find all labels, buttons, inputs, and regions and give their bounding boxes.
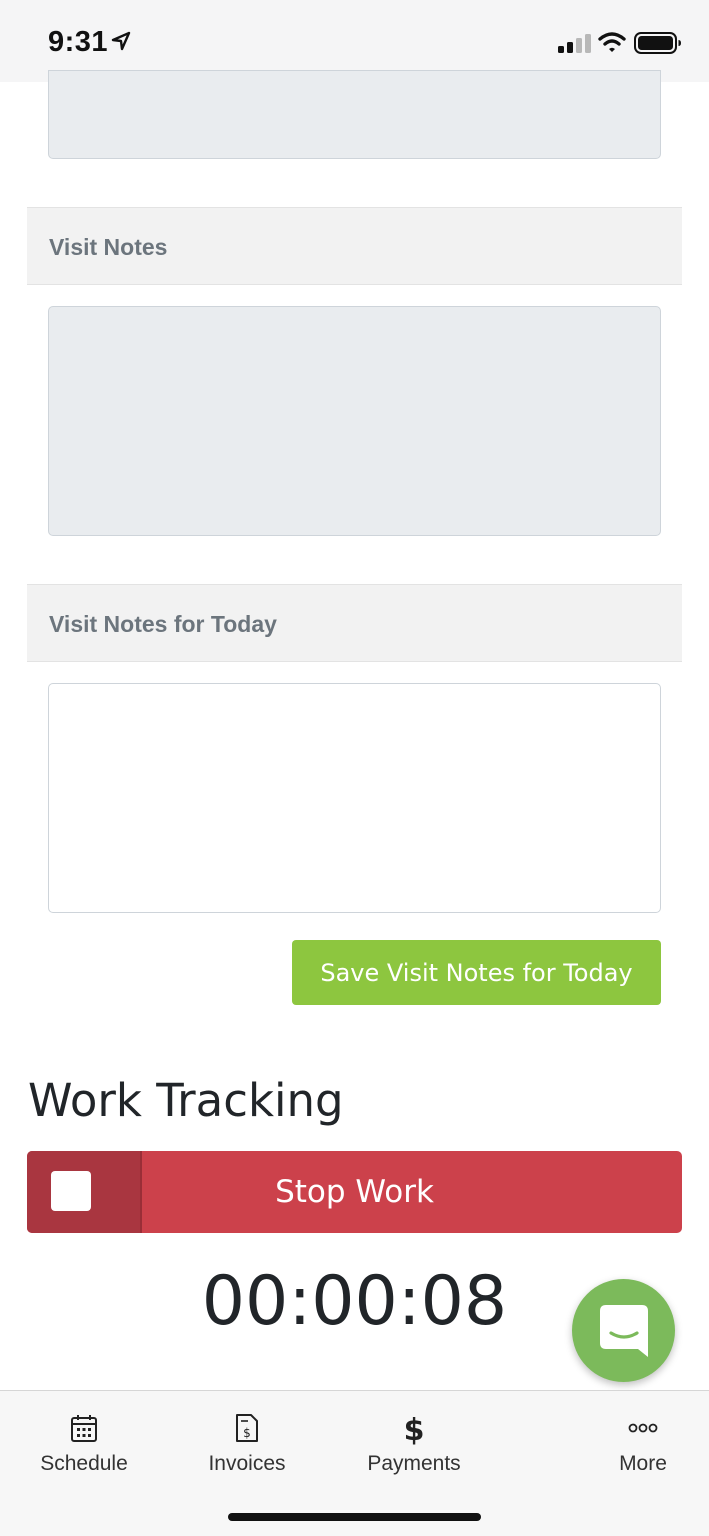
save-visit-notes-button[interactable]: Save Visit Notes for Today: [292, 940, 661, 1005]
more-icon: [628, 1423, 658, 1433]
visit-notes-title: Visit Notes: [49, 234, 168, 260]
stop-work-label: Stop Work: [275, 1174, 434, 1210]
tab-more-label: More: [619, 1452, 667, 1475]
work-tracking-title: Work Tracking: [28, 1074, 344, 1127]
calendar-icon: [71, 1415, 97, 1442]
dollar-icon: $: [404, 1413, 425, 1445]
stop-work-button[interactable]: Stop Work: [27, 1151, 682, 1233]
chat-icon: [600, 1305, 648, 1357]
visit-notes-today-input[interactable]: [48, 683, 661, 913]
location-arrow-icon: [111, 31, 131, 51]
chat-button[interactable]: [572, 1279, 675, 1382]
stop-icon: [51, 1171, 91, 1211]
battery-icon: [634, 32, 681, 54]
home-indicator: [228, 1513, 481, 1521]
tab-payments-label: Payments: [367, 1452, 461, 1475]
visit-notes-today-title: Visit Notes for Today: [49, 611, 277, 637]
previous-notes-box: [48, 70, 661, 159]
tab-schedule-label: Schedule: [40, 1452, 128, 1475]
visit-notes-header: Visit Notes: [27, 207, 682, 285]
visit-notes-box: [48, 306, 661, 536]
tab-schedule[interactable]: Schedule: [9, 1391, 159, 1491]
visit-notes-today-header: Visit Notes for Today: [27, 584, 682, 662]
status-time: 9:31: [48, 26, 109, 58]
wifi-icon: [598, 32, 626, 52]
tab-invoices[interactable]: $ Invoices: [172, 1391, 322, 1491]
svg-text:$: $: [243, 1426, 251, 1440]
svg-text:$: $: [404, 1413, 425, 1445]
tab-more[interactable]: More: [568, 1391, 709, 1491]
tab-payments[interactable]: $ Payments: [339, 1391, 489, 1491]
stop-icon-wrap: [27, 1151, 142, 1233]
cellular-signal-icon: [558, 34, 591, 53]
tab-invoices-label: Invoices: [208, 1452, 286, 1475]
invoice-icon: $: [236, 1414, 258, 1442]
